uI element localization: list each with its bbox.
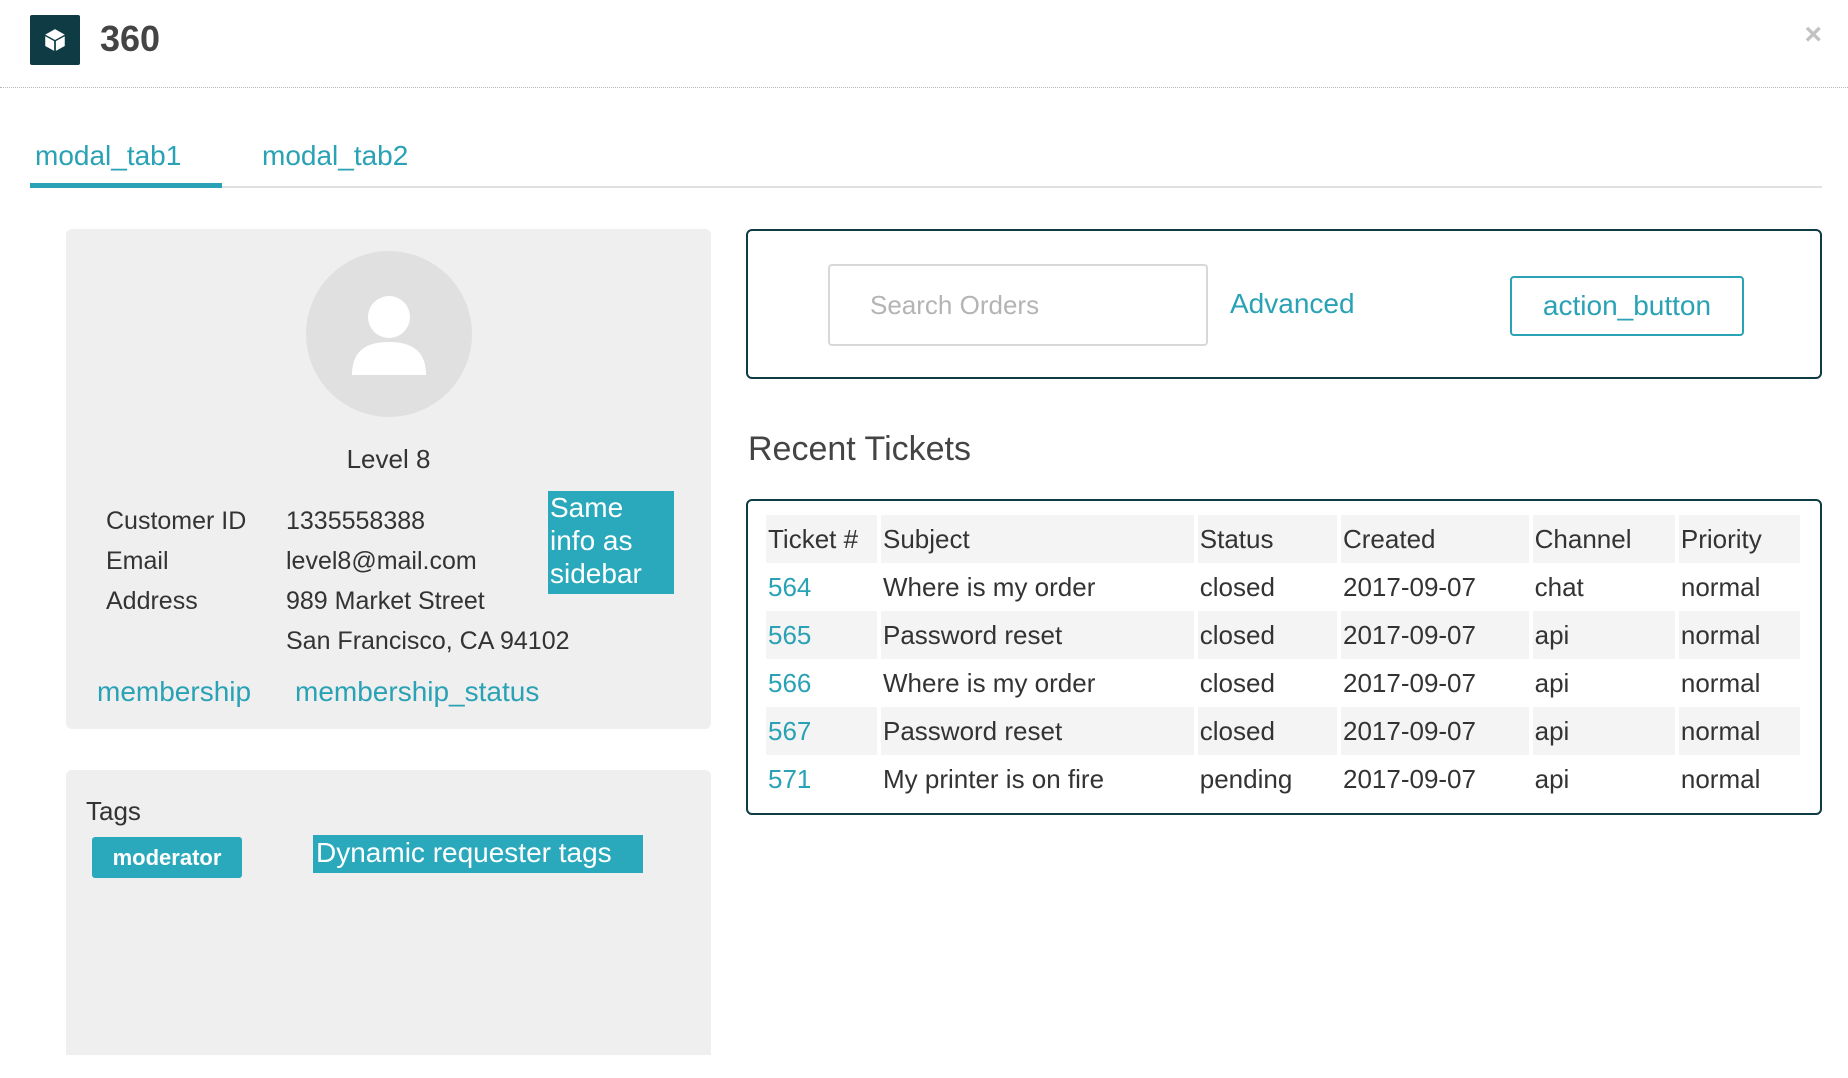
ticket-created: 2017-09-07 [1340, 611, 1529, 659]
tickets-table: Ticket # Subject Status Created Channel … [762, 515, 1804, 803]
customer-level: Level 8 [346, 444, 431, 474]
search-orders-input[interactable] [828, 264, 1208, 346]
ticket-subject: Where is my order [882, 667, 1096, 698]
tag-badge[interactable]: moderator [92, 837, 242, 878]
ticket-subject: Password reset [880, 611, 1194, 659]
ticket-number-link[interactable]: 567 [766, 707, 877, 755]
ticket-number-link[interactable]: 566 [766, 659, 877, 707]
avatar [306, 251, 472, 417]
table-row[interactable]: 566 Where is my order closed 2017-09-07 … [766, 659, 1800, 707]
table-header-row: Ticket # Subject Status Created Channel … [766, 515, 1800, 563]
address-line1: 989 Market Street [286, 587, 485, 615]
tickets-panel: Ticket # Subject Status Created Channel … [746, 499, 1822, 815]
cube-icon [30, 15, 80, 65]
app-title: 360 [100, 18, 161, 59]
ticket-status: closed [1199, 571, 1275, 602]
table-row[interactable]: 565 Password reset closed 2017-09-07 api… [766, 611, 1800, 659]
tags-title: Tags [86, 796, 141, 826]
ticket-number-link[interactable]: 565 [766, 611, 877, 659]
ticket-channel: api [1534, 667, 1570, 698]
ticket-created: 2017-09-07 [1342, 763, 1476, 794]
column-header[interactable]: Priority [1678, 515, 1800, 563]
ticket-priority: normal [1680, 571, 1761, 602]
user-icon [352, 296, 426, 375]
ticket-created: 2017-09-07 [1342, 667, 1476, 698]
search-panel: Advanced action_button [746, 229, 1822, 379]
ticket-created: 2017-09-07 [1342, 571, 1476, 602]
membership-link[interactable]: membership [97, 676, 251, 708]
sidebar-note: Same info as sidebar [548, 491, 674, 594]
ticket-subject: Password reset [880, 707, 1194, 755]
ticket-status: pending [1199, 763, 1293, 794]
address-label: Address [106, 587, 198, 615]
column-header[interactable]: Channel [1532, 515, 1675, 563]
modal-header: 360 × [0, 0, 1848, 88]
advanced-link[interactable]: Advanced [1230, 288, 1355, 320]
action-button[interactable]: action_button [1510, 276, 1744, 336]
ticket-number-link[interactable]: 571 [766, 755, 877, 803]
customer-id-label: Customer ID [106, 507, 247, 535]
recent-tickets-title: Recent Tickets [748, 430, 971, 468]
ticket-channel: api [1532, 611, 1675, 659]
table-row[interactable]: 567 Password reset closed 2017-09-07 api… [766, 707, 1800, 755]
ticket-subject: Where is my order [882, 571, 1096, 602]
ticket-created: 2017-09-07 [1340, 707, 1529, 755]
ticket-channel: chat [1534, 571, 1584, 602]
tags-card: Tags moderator Dynamic requester tags [66, 770, 711, 1055]
ticket-subject: My printer is on fire [882, 763, 1105, 794]
ticket-status: closed [1197, 707, 1337, 755]
ticket-status: closed [1199, 667, 1275, 698]
ticket-priority: normal [1680, 667, 1761, 698]
tab-bar: modal_tab1 modal_tab2 [30, 130, 1822, 188]
membership-status-link[interactable]: membership_status [295, 676, 539, 708]
email-value: level8@mail.com [286, 547, 477, 575]
tab-modal-tab2[interactable]: modal_tab2 [262, 140, 408, 172]
column-header[interactable]: Status [1197, 515, 1337, 563]
close-icon[interactable]: × [1804, 20, 1822, 50]
ticket-channel: api [1534, 763, 1570, 794]
dynamic-tags-note: Dynamic requester tags [313, 835, 643, 873]
ticket-number-link[interactable]: 564 [766, 563, 877, 611]
customer-id-value: 1335558388 [286, 507, 426, 535]
ticket-priority: normal [1680, 763, 1761, 794]
column-header[interactable]: Subject [880, 515, 1194, 563]
address-line2: San Francisco, CA 94102 [286, 627, 570, 655]
tab-modal-tab1[interactable]: modal_tab1 [30, 140, 222, 188]
email-label: Email [106, 547, 169, 575]
column-header[interactable]: Ticket # [766, 515, 877, 563]
table-row[interactable]: 564 Where is my order closed 2017-09-07 … [766, 563, 1800, 611]
column-header[interactable]: Created [1340, 515, 1529, 563]
ticket-status: closed [1197, 611, 1337, 659]
table-row[interactable]: 571 My printer is on fire pending 2017-0… [766, 755, 1800, 803]
ticket-priority: normal [1678, 707, 1800, 755]
ticket-priority: normal [1678, 611, 1800, 659]
profile-card: Level 8 Customer ID 1335558388 Email lev… [66, 229, 711, 729]
ticket-channel: api [1532, 707, 1675, 755]
